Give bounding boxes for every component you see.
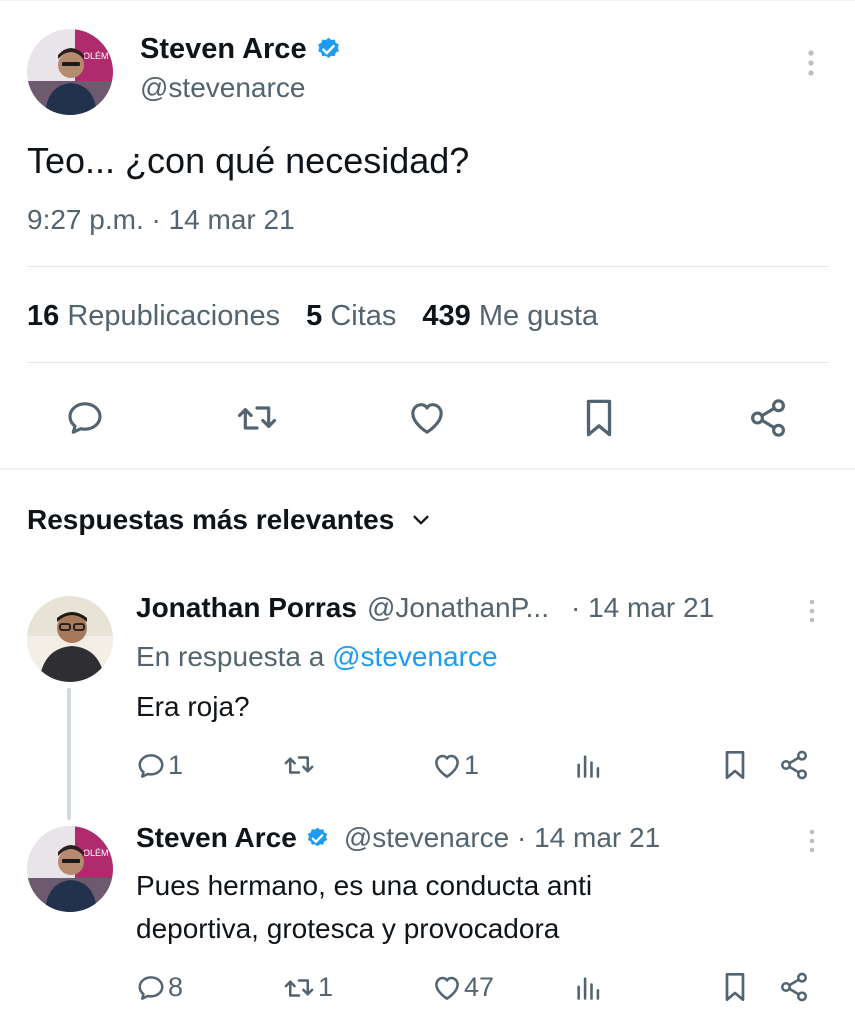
more-vertical-icon[interactable]: [804, 598, 820, 628]
tweet-text: Teo... ¿con qué necesidad?: [27, 140, 470, 181]
divider: [0, 468, 855, 470]
reply-icon: [68, 402, 102, 434]
reply-1-repost-button[interactable]: [282, 750, 320, 780]
reply-2-handle-date[interactable]: @stevenarce · 14 mar 21: [344, 822, 660, 854]
share-icon: [781, 750, 807, 780]
bookmark-icon: [586, 399, 612, 437]
avatar-logo-text: OLÉM: [83, 848, 109, 858]
quotes-count: 5: [306, 300, 323, 332]
verified-badge-icon: [317, 37, 339, 58]
reply-2-share-button[interactable]: [778, 971, 810, 1008]
like-icon: [435, 754, 459, 778]
reply-1-date[interactable]: · 14 mar 21: [571, 592, 714, 624]
divider: [27, 362, 829, 363]
like-count: 47: [464, 972, 495, 1002]
top-border: [0, 0, 855, 1]
likes-count: 439: [422, 300, 471, 332]
reposts-count: 16: [27, 300, 60, 332]
reply-button[interactable]: [62, 395, 108, 441]
avatar-logo-text: OLÉM: [83, 51, 109, 61]
likes-stat[interactable]: 439 Me gusta: [422, 300, 598, 333]
reply-2-text-line-1: Pues hermano, es una conducta anti: [136, 870, 593, 901]
repost-button[interactable]: [232, 395, 282, 441]
reply-2-text-line-2: deportiva, grotesca y provocadora: [136, 913, 560, 944]
share-icon: [781, 972, 807, 1002]
repost-icon: [284, 756, 314, 774]
reply-1-header: Jonathan Porras @JonathanP... · 14 mar 2…: [136, 592, 714, 624]
reply-icon: [138, 975, 164, 1000]
avatar-steven-arce[interactable]: OLÉM: [27, 826, 113, 912]
repost-icon: [284, 978, 314, 997]
reply-2-bookmark-button[interactable]: [720, 971, 750, 1008]
reposts-stat[interactable]: 16 Republicaciones: [27, 300, 280, 333]
author-name[interactable]: Steven Arce: [140, 33, 307, 66]
main-author-row: Steven Arce: [140, 32, 342, 66]
reply-count: 1: [168, 750, 184, 780]
repost-count: 1: [318, 972, 334, 1002]
replies-sort-dropdown[interactable]: Respuestas más relevantes: [27, 504, 432, 536]
more-vertical-icon[interactable]: [804, 828, 820, 858]
reply-1-reply-button[interactable]: 1: [136, 750, 183, 781]
tweet-stats: 16 Republicaciones 5 Citas 439 Me gusta: [27, 300, 598, 333]
thread-connector-line: [67, 688, 71, 820]
bookmark-button[interactable]: [576, 395, 622, 441]
quotes-label: Citas: [330, 300, 397, 332]
reply-2-author-name[interactable]: Steven Arce: [136, 822, 297, 854]
reply-1-views-button[interactable]: [574, 752, 602, 785]
reply-1-like-button[interactable]: 1: [432, 750, 479, 781]
views-icon: [577, 755, 600, 778]
reposts-label: Republicaciones: [67, 300, 281, 332]
reply-1-share-button[interactable]: [778, 749, 810, 786]
reply-icon: [138, 753, 164, 778]
share-icon: [751, 399, 785, 437]
reply-2-like-button[interactable]: 47: [432, 972, 494, 1003]
like-button[interactable]: [404, 395, 450, 441]
reply-1-handle[interactable]: @JonathanP...: [367, 592, 549, 624]
reply-2-repost-button[interactable]: 1: [282, 972, 333, 1003]
like-icon: [435, 976, 459, 1000]
avatar-jonathan-porras[interactable]: [27, 596, 113, 682]
views-icon: [577, 977, 600, 1000]
reply-2-reply-button[interactable]: 8: [136, 972, 183, 1003]
reply-count: 8: [168, 972, 184, 1002]
like-icon: [411, 403, 443, 434]
reply-to-prefix: En respuesta a: [136, 641, 325, 672]
bookmark-icon: [725, 973, 745, 1001]
reply-1-bookmark-button[interactable]: [720, 749, 750, 786]
replies-sort-label: Respuestas más relevantes: [27, 504, 395, 535]
reply-to-handle-link[interactable]: @stevenarce: [332, 641, 497, 672]
tweet-timestamp[interactable]: 9:27 p.m. · 14 mar 21: [27, 204, 295, 236]
bookmark-icon: [725, 751, 745, 779]
reply-2-header: Steven Arce @stevenarce · 14 mar 21: [136, 822, 660, 854]
chevron-down-icon: [413, 515, 429, 525]
likes-label: Me gusta: [478, 300, 599, 332]
reply-1-in-reply-to: En respuesta a @stevenarce: [136, 641, 498, 673]
author-handle[interactable]: @stevenarce: [140, 72, 305, 104]
reply-2-views-button[interactable]: [574, 974, 602, 1007]
repost-icon: [237, 406, 277, 430]
like-count: 1: [464, 750, 480, 780]
quotes-stat[interactable]: 5 Citas: [306, 300, 396, 333]
more-vertical-icon[interactable]: [802, 48, 820, 82]
reply-1-text: Era roja?: [136, 691, 250, 722]
avatar-steven-arce[interactable]: OLÉM: [27, 29, 113, 115]
share-button[interactable]: [745, 395, 791, 441]
verified-badge-icon: [307, 827, 327, 846]
reply-1-author-name[interactable]: Jonathan Porras: [136, 592, 357, 624]
divider: [27, 266, 829, 267]
